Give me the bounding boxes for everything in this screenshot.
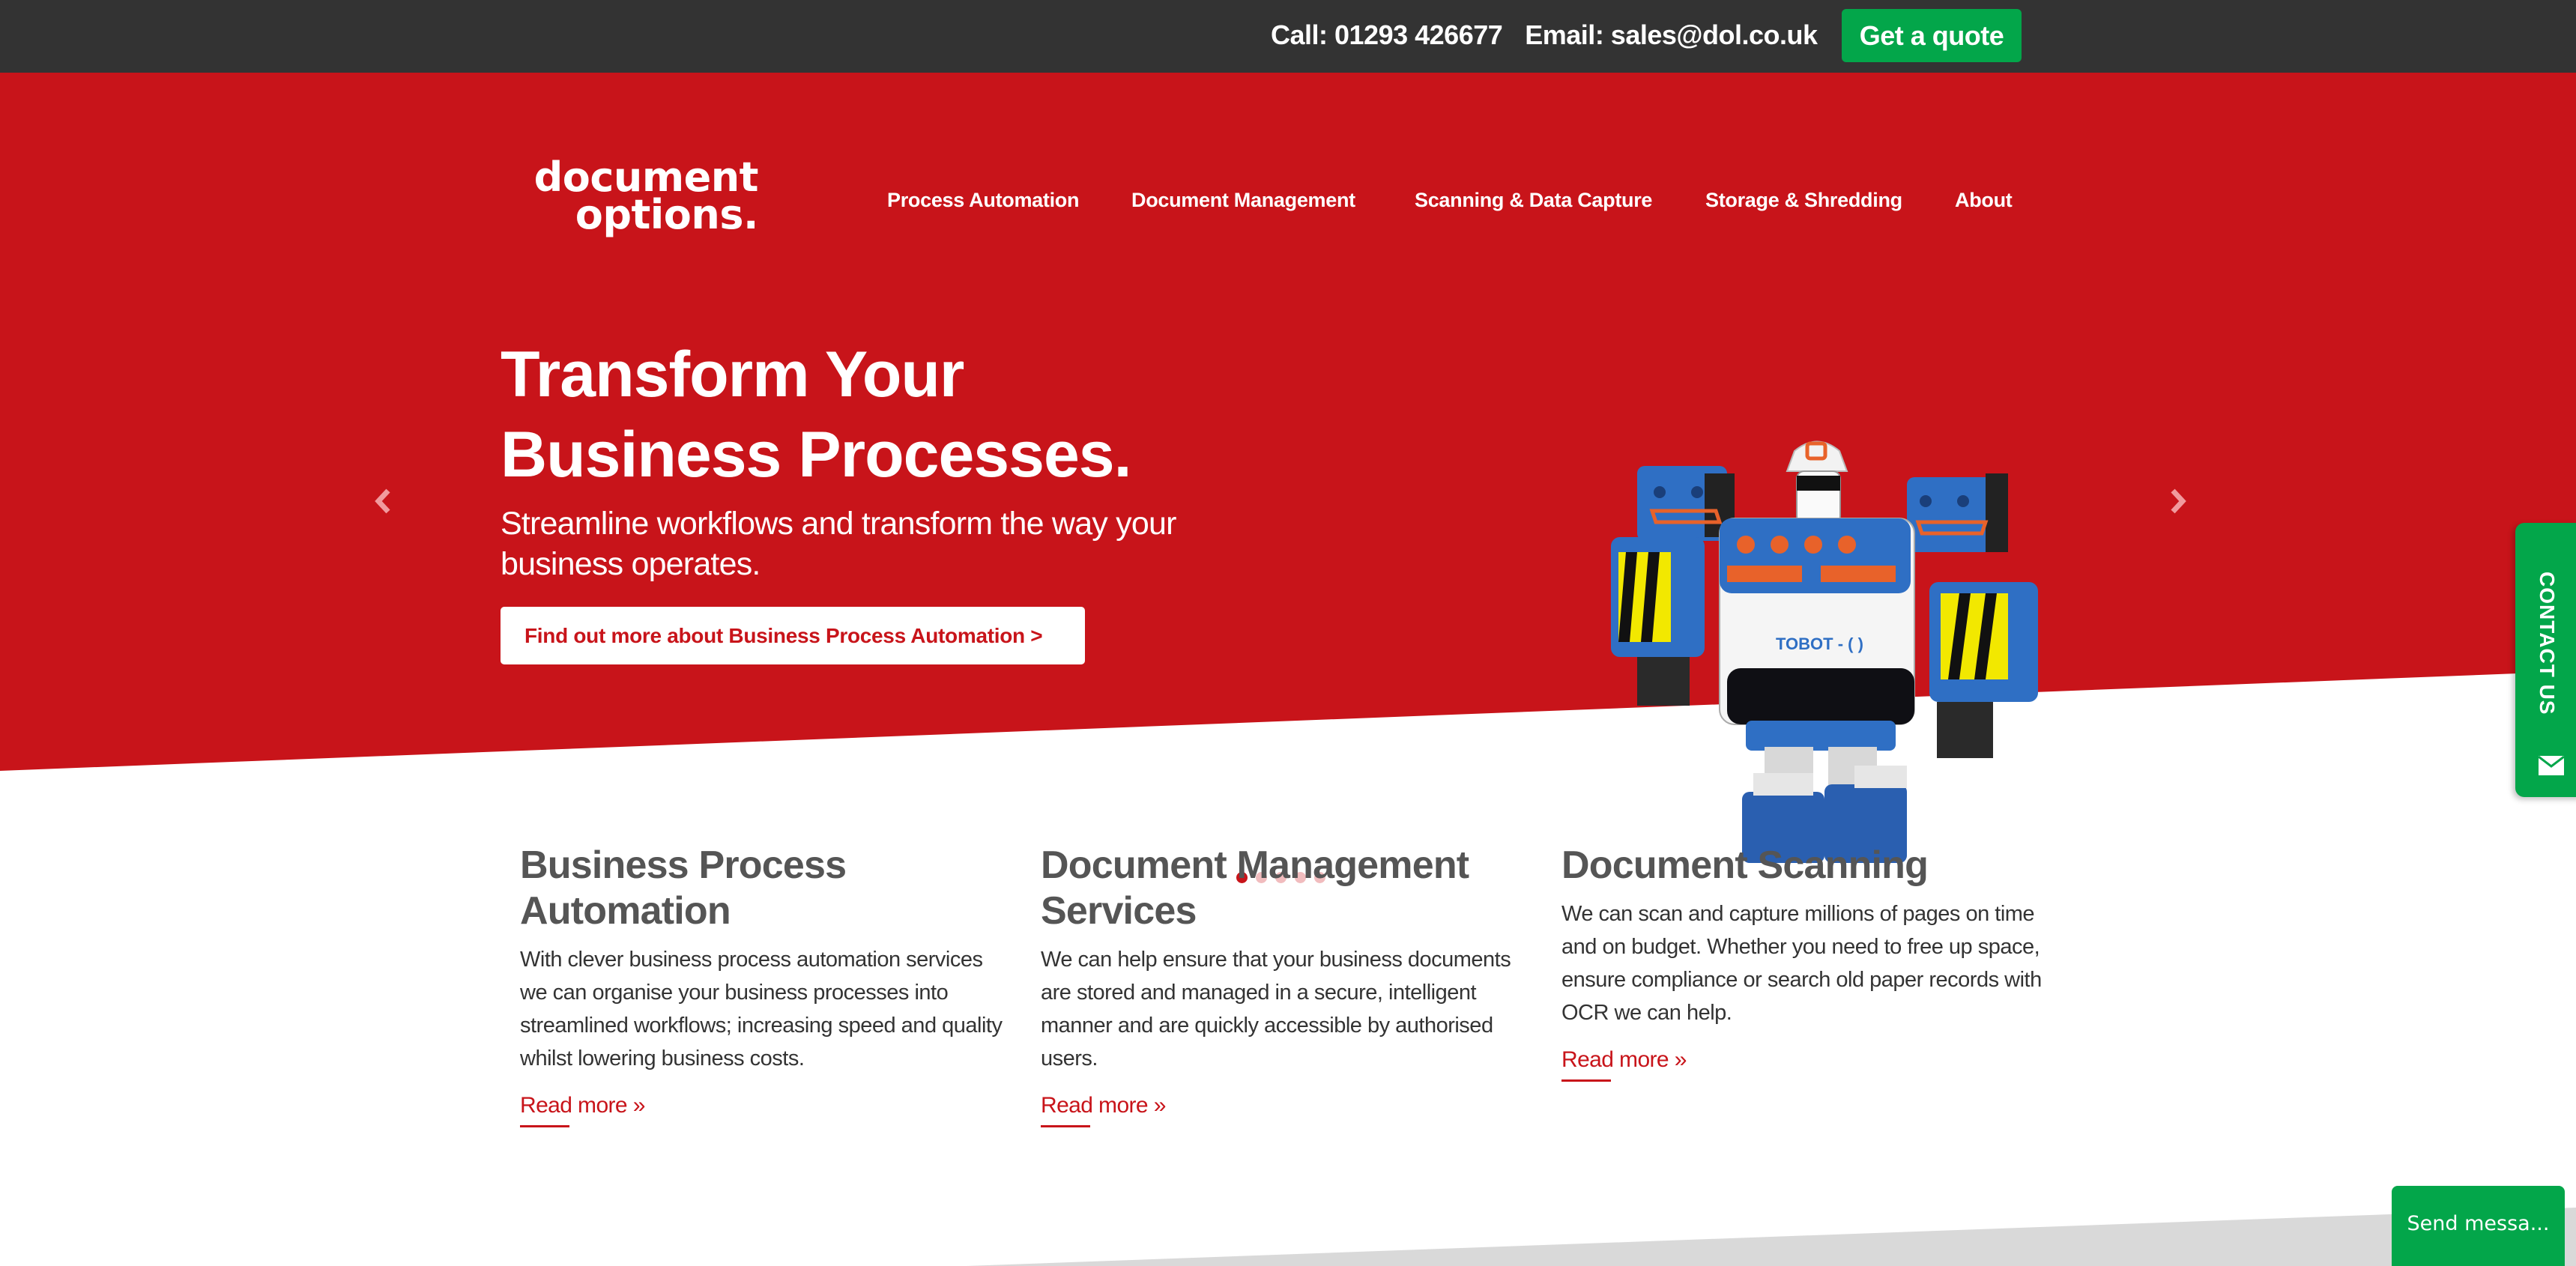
envelope-icon [2538, 755, 2565, 775]
hero-title-line-2: Business Processes. [501, 419, 1132, 491]
hero-title: Transform Your Business Processes. [501, 335, 1325, 495]
section-divider [967, 1208, 2576, 1266]
read-more-link[interactable]: Read more » [1561, 1047, 1687, 1082]
nav-item-process-automation[interactable]: Process Automation [887, 189, 1079, 212]
robot-illustration: TOBOT - ( ) [1611, 440, 2038, 863]
contact-info: Call: 01293 426677 Email: sales@dol.co.u… [1271, 16, 1818, 54]
service-title: Document Management Services [1041, 844, 1469, 933]
robot-label: TOBOT - ( ) [1776, 634, 1863, 653]
service-description: We can help ensure that your business do… [1041, 948, 1511, 1070]
hero-subtitle: Streamline workflows and transform the w… [501, 506, 1176, 582]
carousel-next-button[interactable] [2159, 479, 2197, 524]
top-bar: Call: 01293 426677 Email: sales@dol.co.u… [0, 0, 2576, 73]
phone-link[interactable]: Call: 01293 426677 [1271, 19, 1503, 51]
service-card: Document Scanning We can scan and captur… [1561, 843, 2056, 1082]
logo-line-2: options. [575, 191, 759, 238]
send-message-label: Send messa... [2407, 1211, 2550, 1235]
nav-item-storage-shredding[interactable]: Storage & Shredding [1705, 189, 1902, 212]
hero-carousel: document options. Process Automation Doc… [0, 73, 2576, 883]
hero-cta-button[interactable]: Find out more about Business Process Aut… [501, 607, 1085, 664]
send-message-button[interactable]: Send messa... [2392, 1186, 2565, 1266]
service-description: With clever business process automation … [520, 948, 1003, 1070]
read-more-link[interactable]: Read more » [1041, 1093, 1166, 1127]
email-link[interactable]: Email: sales@dol.co.uk [1525, 19, 1818, 51]
read-more-link[interactable]: Read more » [520, 1093, 645, 1127]
chevron-right-icon [2171, 488, 2186, 514]
contact-us-label: CONTACT US [2536, 572, 2559, 715]
nav-item-about[interactable]: About [1955, 189, 2013, 212]
chevron-left-icon [375, 488, 390, 514]
contact-us-tab[interactable]: CONTACT US [2515, 523, 2576, 797]
get-a-quote-button[interactable]: Get a quote [1842, 9, 2022, 62]
service-title: Document Scanning [1561, 844, 1929, 887]
logo[interactable]: document options. [524, 157, 759, 238]
service-description: We can scan and capture millions of page… [1561, 902, 2042, 1025]
service-card: Business Process Automation With clever … [520, 843, 1015, 1127]
services-section: Business Process Automation With clever … [520, 843, 2056, 1157]
nav-item-scanning-data-capture[interactable]: Scanning & Data Capture [1415, 189, 1652, 212]
hero-title-line-1: Transform Your [501, 339, 964, 411]
service-title: Business Process Automation [520, 844, 847, 933]
service-card: Document Management Services We can help… [1041, 843, 1535, 1127]
carousel-prev-button[interactable] [364, 479, 402, 524]
nav-item-document-management[interactable]: Document Management [1131, 189, 1355, 212]
